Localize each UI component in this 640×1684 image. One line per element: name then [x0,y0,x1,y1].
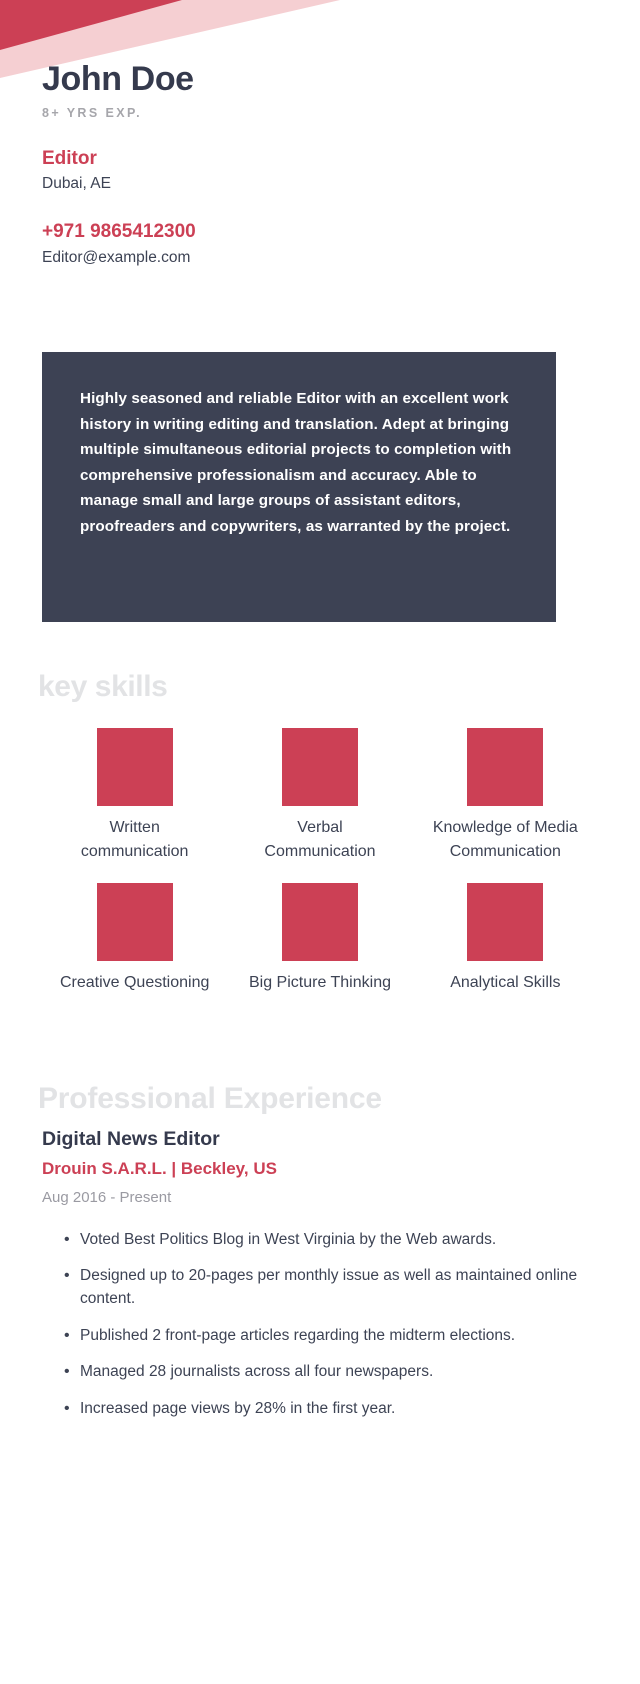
key-skills-heading: key skills [38,670,168,703]
skill-swatch-icon [467,728,544,806]
email-address[interactable]: Editor@example.com [42,249,598,267]
professional-summary-panel: Highly seasoned and reliable Editor with… [42,352,556,622]
skill-swatch-icon [467,882,544,961]
corner-band-red [0,0,182,50]
experience-entry: Digital News Editor Drouin S.A.R.L. | Be… [42,1128,598,1421]
skill-item: Big Picture Thinking [227,882,412,995]
years-experience-label: 8+ YRS EXP. [42,106,142,120]
skill-label: Creative Questioning [59,973,210,991]
skill-swatch-icon [281,728,358,806]
skill-swatch-icon [96,882,173,961]
skill-label: Verbal Communication [264,819,376,861]
job-bullet: Voted Best Politics Blog in West Virgini… [64,1228,590,1252]
professional-experience-heading: Professional Experience [38,1082,382,1115]
job-bullet-list: Voted Best Politics Blog in West Virgini… [42,1228,598,1421]
skill-swatch-icon [281,882,358,961]
job-date-range: Aug 2016 - Present [42,1188,172,1206]
skill-label: Big Picture Thinking [248,973,391,991]
key-skills-grid: Written communication Verbal Communicati… [42,728,598,995]
experience-section: Digital News Editor Drouin S.A.R.L. | Be… [42,1128,598,1435]
job-bullet: Designed up to 20-pages per monthly issu… [64,1264,590,1310]
phone-number[interactable]: +971 9865412300 [42,221,598,243]
skill-item: Analytical Skills [413,882,598,995]
job-company-location: Drouin S.A.R.L. | Beckley, US [42,1159,277,1179]
skill-item: Verbal Communication [227,728,412,865]
job-bullet: Managed 28 journalists across all four n… [64,1360,590,1384]
page-title: John Doe [42,60,194,98]
skill-swatch-icon [96,728,173,806]
summary-text: Highly seasoned and reliable Editor with… [80,390,512,535]
current-job-title: Editor [42,148,97,169]
skill-label: Knowledge of Media Communication [432,819,578,861]
skill-item: Written communication [42,728,227,865]
skill-item: Creative Questioning [42,882,227,995]
skill-item: Knowledge of Media Communication [413,728,598,865]
location-text: Dubai, AE [42,174,111,192]
resume-header: John Doe 8+ YRS EXP. Editor Dubai, AE +9… [42,62,598,267]
job-bullet: Increased page views by 28% in the first… [64,1397,590,1421]
job-bullet: Published 2 front-page articles regardin… [64,1324,590,1348]
job-role-title: Digital News Editor [42,1128,220,1150]
skill-label: Written communication [80,819,189,861]
skill-label: Analytical Skills [450,973,561,991]
